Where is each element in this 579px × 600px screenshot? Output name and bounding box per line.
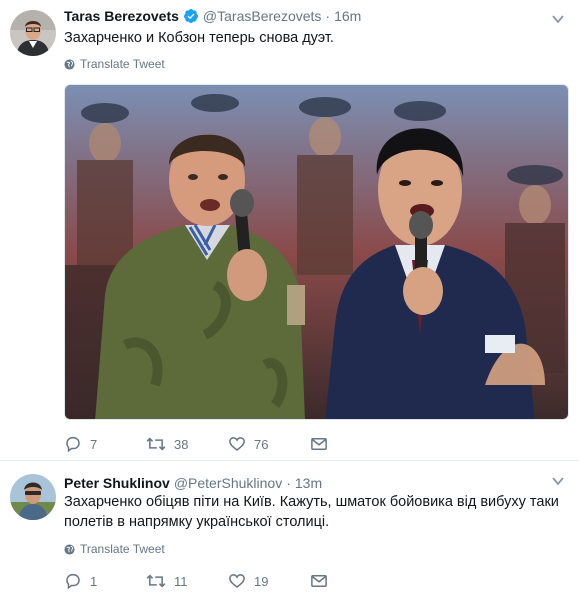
tweet-actions: 7 38 76: [64, 434, 340, 454]
retweet-count: 11: [174, 573, 188, 589]
timestamp[interactable]: 13m: [295, 475, 322, 491]
verified-badge-icon: [183, 8, 199, 24]
author-name[interactable]: Peter Shuklinov: [64, 475, 170, 491]
retweet-icon: [146, 437, 166, 451]
tweet[interactable]: Peter Shuklinov @PeterShuklinov · 13m За…: [0, 462, 579, 600]
reply-icon: [66, 573, 80, 590]
envelope-icon: [311, 575, 327, 587]
translate-tweet-link[interactable]: Translate Tweet: [64, 57, 165, 71]
heart-icon: [229, 437, 245, 451]
translate-tweet-link[interactable]: Translate Tweet: [64, 542, 165, 556]
tweet-header: Taras Berezovets @TarasBerezovets · 16m: [64, 6, 361, 26]
timestamp[interactable]: 16m: [334, 8, 361, 24]
like-button[interactable]: 76: [228, 435, 310, 453]
author-handle[interactable]: @PeterShuklinov: [174, 475, 282, 491]
like-count: 19: [254, 573, 269, 589]
like-count: 76: [254, 436, 269, 452]
avatar[interactable]: [10, 10, 56, 56]
retweet-button[interactable]: 38: [146, 435, 228, 453]
tweet-text: Захарченко и Кобзон теперь снова дуэт.: [64, 30, 334, 46]
direct-message-button[interactable]: [310, 572, 340, 590]
globe-icon: [64, 58, 75, 70]
avatar[interactable]: [10, 474, 56, 520]
like-button[interactable]: 19: [228, 572, 310, 590]
heart-icon: [229, 574, 245, 588]
tweet[interactable]: Taras Berezovets @TarasBerezovets · 16m …: [0, 0, 579, 461]
retweet-count: 38: [174, 436, 189, 452]
tweet-header: Peter Shuklinov @PeterShuklinov · 13m: [64, 473, 322, 493]
translate-label: Translate Tweet: [80, 57, 165, 71]
tweet-text: Захарченко обіцяв піти на Київ. Кажуть, …: [64, 494, 559, 530]
separator-dot: ·: [286, 475, 291, 491]
chevron-down-icon[interactable]: [551, 474, 565, 488]
reply-icon: [66, 436, 80, 453]
reply-button[interactable]: 1: [64, 572, 146, 590]
retweet-button[interactable]: 11: [146, 572, 228, 590]
reply-count: 7: [90, 436, 98, 452]
chevron-down-icon[interactable]: [551, 12, 565, 26]
direct-message-button[interactable]: [310, 435, 340, 453]
tweet-actions: 1 11 19: [64, 571, 340, 591]
author-name[interactable]: Taras Berezovets: [64, 8, 179, 24]
globe-icon: [64, 543, 75, 555]
tweet-photo[interactable]: [64, 84, 569, 420]
reply-count: 1: [90, 573, 98, 589]
author-handle[interactable]: @TarasBerezovets: [203, 8, 321, 24]
retweet-icon: [146, 574, 166, 588]
separator-dot: ·: [325, 8, 331, 24]
envelope-icon: [311, 438, 327, 450]
reply-button[interactable]: 7: [64, 435, 146, 453]
translate-label: Translate Tweet: [80, 542, 165, 556]
